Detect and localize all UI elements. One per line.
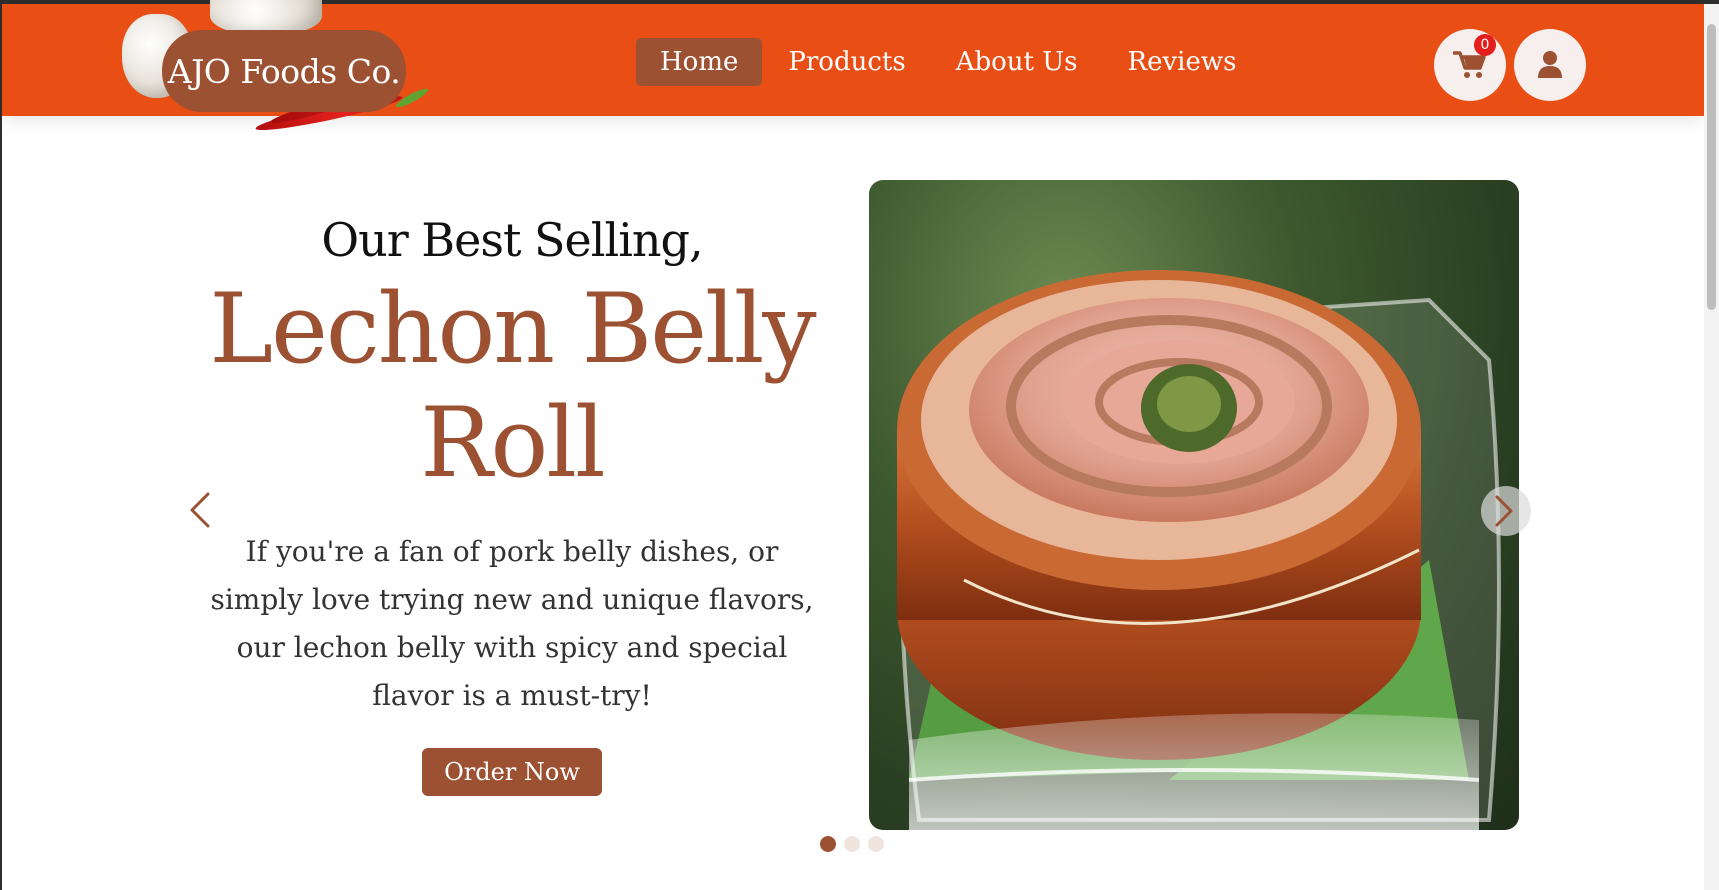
- brand-logo[interactable]: AJO Foods Co.: [122, 0, 432, 138]
- chevron-left-icon: [190, 492, 210, 528]
- brand-name: AJO Foods Co.: [167, 51, 401, 91]
- nav-item-reviews[interactable]: Reviews: [1104, 38, 1261, 86]
- nav-item-products[interactable]: Products: [764, 38, 929, 86]
- navbar: AJO Foods Co. Home Products About Us Rev…: [2, 0, 1704, 136]
- chevron-right-icon: [1495, 495, 1513, 527]
- scrollbar-thumb[interactable]: [1707, 24, 1716, 310]
- window-left-border: [0, 0, 2, 890]
- carousel-indicators: [820, 836, 892, 852]
- nav-item-home[interactable]: Home: [636, 38, 763, 86]
- carousel-dot[interactable]: [844, 836, 860, 852]
- user-account-button[interactable]: [1514, 29, 1586, 101]
- nav-item-about-us[interactable]: About Us: [932, 38, 1102, 86]
- page-scrollbar[interactable]: [1704, 4, 1719, 890]
- hero-text-block: Our Best Selling, Lechon Belly Roll If y…: [200, 210, 824, 796]
- order-now-button[interactable]: Order Now: [422, 748, 602, 796]
- main-nav: Home Products About Us Reviews: [636, 37, 1262, 87]
- brand-badge: AJO Foods Co.: [162, 30, 406, 112]
- hero-title-line: Roll: [420, 387, 605, 499]
- hero-title: Lechon Belly Roll: [200, 272, 824, 500]
- hero-title-line: Lechon Belly: [209, 273, 816, 385]
- cart-count-badge: 0: [1474, 34, 1496, 56]
- user-icon: [1538, 51, 1562, 78]
- carousel-next-button[interactable]: [1481, 486, 1531, 536]
- cart-button[interactable]: 0: [1434, 29, 1506, 101]
- hero-description: If you're a fan of pork belly dishes, or…: [210, 535, 814, 712]
- lechon-belly-roll-image: [897, 270, 1501, 830]
- carousel-dot[interactable]: [820, 836, 836, 852]
- carousel-prev-button[interactable]: [186, 490, 214, 530]
- hero-kicker: Our Best Selling,: [321, 213, 703, 267]
- carousel-dot[interactable]: [868, 836, 884, 852]
- hero-product-image: [869, 180, 1519, 830]
